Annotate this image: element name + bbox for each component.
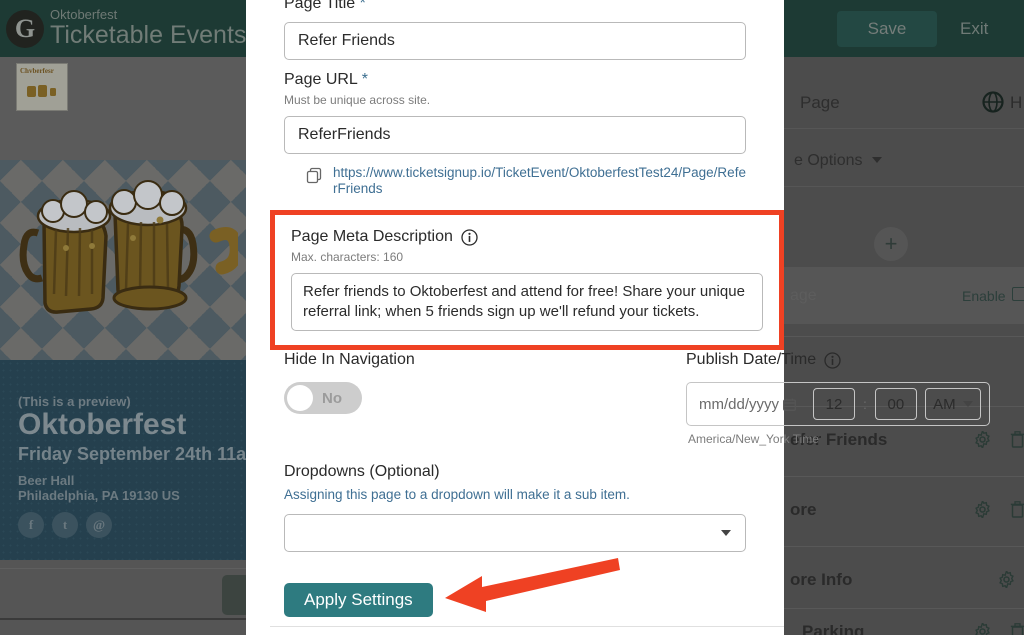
page-url-preview-row: https://www.ticketsignup.io/TicketEvent/… (284, 165, 746, 197)
publish-date-placeholder: mm/dd/yyyy (699, 395, 780, 413)
page-settings-modal: Page Title * Page URL * Must be unique a… (246, 0, 990, 635)
toggle-value: No (322, 389, 342, 407)
globe-icon[interactable] (982, 91, 1004, 113)
facebook-icon[interactable]: f (18, 512, 44, 538)
table-row[interactable]: Parking (780, 608, 1024, 635)
page-url-label: Page URL * (284, 70, 746, 90)
event-name: Oktoberfest (18, 408, 187, 441)
twitter-icon[interactable]: t (52, 512, 78, 538)
gear-icon[interactable] (974, 621, 991, 635)
page-url-helper: Must be unique across site. (284, 93, 431, 107)
help-label: H (1010, 93, 1023, 112)
page-column-header: Page (800, 93, 840, 112)
meta-description-label: Page Meta Description (291, 227, 763, 247)
thumbnail-title-overlay: Chvberfesr (20, 67, 54, 75)
time-separator: : (863, 396, 867, 412)
copy-icon[interactable] (306, 167, 323, 184)
apply-settings-button[interactable]: Apply Settings (284, 583, 433, 617)
instagram-icon[interactable]: @ (86, 512, 112, 538)
required-asterisk: * (359, 0, 366, 12)
dropdowns-select[interactable] (284, 514, 746, 552)
add-page-button[interactable]: + (874, 227, 908, 261)
info-icon[interactable] (461, 228, 478, 246)
divider (0, 618, 246, 620)
page-url-input[interactable] (284, 116, 746, 154)
options-dropdown[interactable]: e Options (794, 152, 882, 170)
row-label: ore (790, 500, 817, 519)
meta-description-helper: Max. characters: 160 (291, 250, 404, 264)
event-date: Friday September 24th 11am - 10 (18, 444, 246, 464)
trash-icon[interactable] (1010, 501, 1024, 518)
event-hero-image (0, 160, 246, 360)
brand-subtitle: Oktoberfest (50, 7, 118, 22)
chevron-down-icon (871, 157, 882, 163)
event-preview-panel: Chvberfesr Chvberfesr (0, 57, 246, 635)
annotation-arrow (430, 552, 620, 627)
toggle-knob (287, 385, 313, 411)
preview-thumbnail-area: Chvberfesr Chvberfesr (0, 57, 246, 160)
info-icon[interactable] (824, 351, 841, 369)
preview-note: (This is a preview) (18, 394, 131, 409)
options-dropdown-label: e Options (794, 152, 863, 169)
page-title-input[interactable] (284, 22, 746, 60)
hide-in-navigation-group: Hide In Navigation No (284, 350, 415, 414)
gear-icon[interactable] (974, 499, 991, 520)
row-label: Parking (802, 622, 865, 635)
meta-description-label-text: Page Meta Description (291, 228, 453, 245)
publish-date-input[interactable]: mm/dd/yyyy (695, 396, 805, 413)
social-links: f t @ (18, 512, 112, 538)
publish-datetime-label-text: Publish Date/Time (686, 351, 817, 368)
publish-minute-input[interactable]: 00 (874, 388, 917, 420)
page-url-link[interactable]: https://www.ticketsignup.io/TicketEvent/… (333, 165, 746, 197)
publish-datetime-group: Publish Date/Time mm/dd/yyyy 12: 00 AM … (686, 350, 990, 446)
publish-ampm-value: AM (933, 395, 956, 413)
chevron-down-icon (721, 530, 731, 536)
enable-checkbox-icon[interactable] (1012, 287, 1024, 301)
dropdowns-helper: Assigning this page to a dropdown will m… (284, 487, 630, 502)
hide-in-navigation-label: Hide In Navigation (284, 351, 415, 368)
enable-label[interactable]: Enable (962, 288, 1006, 304)
hide-in-navigation-toggle[interactable]: No (284, 382, 362, 414)
page-url-field-group: Page URL * Must be unique across site. h… (284, 70, 746, 197)
save-button[interactable]: Save (837, 11, 937, 47)
trash-icon[interactable] (1010, 623, 1024, 635)
brand-logo[interactable]: G (6, 10, 44, 48)
event-venue: Beer Hall Philadelphia, PA 19130 US (18, 473, 180, 503)
publish-hour-input[interactable]: 12 (813, 388, 855, 420)
divider (0, 568, 246, 569)
meta-description-field-group: Page Meta Description Max. characters: 1… (275, 215, 779, 336)
page-url-label-text: Page URL (284, 71, 358, 88)
page-row-label: age (790, 287, 817, 304)
venue-city: Philadelphia, PA 19130 US (18, 488, 180, 503)
dropdowns-group: Dropdowns (Optional) Assigning this page… (284, 462, 746, 552)
screenshot-root: Page H e Options + age Enable efer Frien… (0, 0, 1024, 635)
publish-ampm-select[interactable]: AM (924, 388, 981, 420)
publish-datetime-controls: mm/dd/yyyy 12 : 00 AM (686, 382, 990, 426)
table-row[interactable]: ore (780, 476, 1024, 546)
row-label: ore Info (790, 570, 853, 589)
page-title-label-text: Page Title (284, 0, 356, 12)
meta-description-highlight-box: Page Meta Description Max. characters: 1… (270, 210, 784, 350)
publish-timezone: America/New_York Time (688, 432, 819, 446)
required-asterisk: * (361, 71, 368, 88)
beer-mugs-illustration (8, 178, 243, 353)
page-title-label: Page Title * (284, 0, 746, 14)
calendar-icon[interactable] (783, 398, 796, 411)
preview-footer (0, 560, 246, 635)
exit-button[interactable]: Exit (960, 19, 988, 39)
trash-icon[interactable] (1010, 431, 1024, 448)
meta-description-textarea[interactable] (291, 273, 763, 331)
gear-icon[interactable] (998, 569, 1015, 590)
page-title-field-group: Page Title * (284, 0, 746, 60)
dropdowns-label: Dropdowns (Optional) (284, 463, 440, 480)
table-row[interactable]: ore Info (780, 546, 1024, 616)
publish-datetime-label: Publish Date/Time (686, 350, 990, 370)
venue-name: Beer Hall (18, 473, 75, 488)
chevron-down-icon (962, 401, 973, 407)
event-info-block: (This is a preview) Oktoberfest Friday S… (0, 360, 246, 560)
event-thumbnail[interactable]: Chvberfesr Chvberfesr (16, 63, 68, 111)
